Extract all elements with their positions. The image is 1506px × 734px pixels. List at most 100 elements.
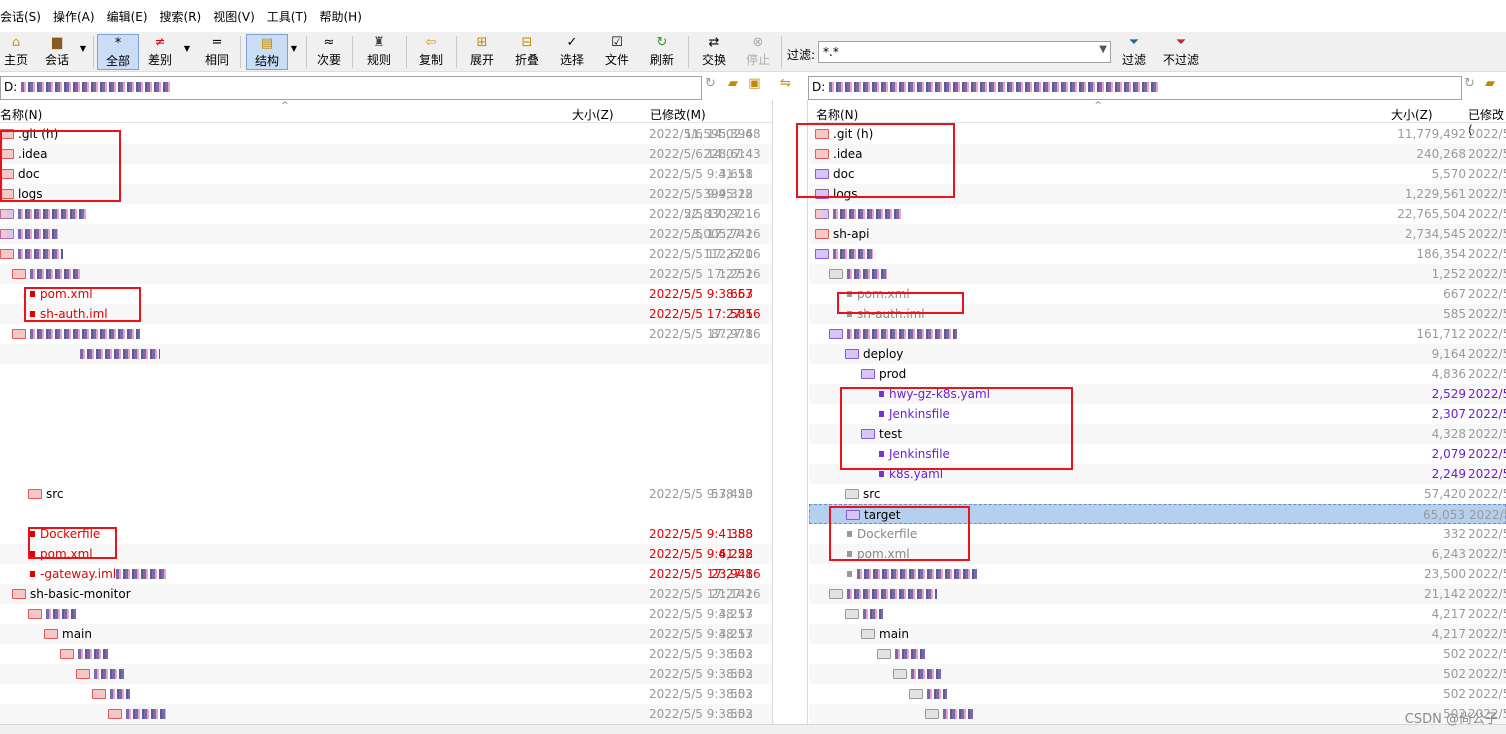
toolbar: ⌂ 主页 ▆ 会话 ▼ * 全部 ≠ 差别 ▼ = 相同 ▤ 结构 ▼ ≈ 次要 ♜ 规则 ⇦ 复… [0,32,1506,72]
file-name [893,664,941,684]
file-row[interactable]: 87,978 2022/5/5 17:27:16 [0,324,772,344]
file-row[interactable]: 22,830,921 2022/5/5 17:27:16 [0,204,772,224]
file-row[interactable]: 3,005,742 2022/5/5 17:27:16 [0,224,772,244]
folder-open-icon[interactable]: ▰ [1485,76,1495,91]
menu-view[interactable]: 视图(V) [207,8,261,25]
file-name-text: sh-api [833,227,870,241]
all-button[interactable]: * 全部 [97,34,139,70]
filter-button[interactable]: ⏷ 过滤 [1118,34,1150,70]
session-dropdown[interactable]: ▼ [76,34,90,70]
file-row[interactable]: 502 2022/5 [809,684,1506,704]
file-row[interactable]: 502 2022/5/5 9:38:53 [0,704,772,724]
file-row[interactable]: 502 2022/5 [809,704,1506,724]
file-row[interactable]: 186,354 2022/5 [809,244,1506,264]
redacted-name [80,349,160,359]
swap-button[interactable]: ⇄ 交换 [696,34,732,70]
copy-button[interactable]: ⇦ 复制 [414,34,448,70]
menu-actions[interactable]: 操作(A) [47,8,101,25]
nofilter-button[interactable]: ⏷ 不过滤 [1160,34,1202,70]
history-icon[interactable]: ↻ [1464,76,1475,91]
file-name [76,664,124,684]
name-column-header[interactable]: 名称(N) [0,106,42,123]
file-size: 9,164 [1431,347,1466,361]
menu-session[interactable]: 会话(S) [0,8,47,25]
menu-tools[interactable]: 工具(T) [261,8,314,25]
not-equal-icon: ≠ [154,35,166,50]
file-row[interactable]: -gateway.iml 23,948 2022/5/5 17:27:16 [0,564,772,584]
folder-icon [815,229,829,239]
file-row[interactable]: 23,500 2022/5 [809,564,1506,584]
file-size: 65,053 [1423,508,1465,522]
folder-icon [60,649,74,659]
file-row[interactable]: 502 2022/5 [809,644,1506,664]
file-name [28,604,76,624]
file-row[interactable]: prod 4,836 2022/5 [809,364,1506,384]
file-row[interactable]: sh-basic-monitor 21,142 2022/5/5 17:27:16 [0,584,772,604]
menu-edit[interactable]: 编辑(E) [101,8,154,25]
file-modified: 2022/5 [1468,647,1506,661]
file-row[interactable]: 4,217 2022/5 [809,604,1506,624]
file-row[interactable]: 4,217 2022/5/5 9:38:53 [0,604,772,624]
file-modified: 2022/5/5 9:45:28 [649,187,753,201]
file-row[interactable]: 502 2022/5 [809,664,1506,684]
file-size: 502 [1443,647,1466,661]
file-row[interactable]: 21,142 2022/5 [809,584,1506,604]
menu-search[interactable]: 搜索(R) [154,8,208,25]
swap-paths-button[interactable]: ⇋ [780,76,791,100]
folder-icon [12,329,26,339]
file-name [829,264,887,284]
menu-help[interactable]: 帮助(H) [314,8,368,25]
select-button[interactable]: ✓ 选择 [554,34,590,70]
file-row[interactable]: 161,712 2022/5 [809,324,1506,344]
filter-input[interactable]: *.* ▼ [818,41,1111,63]
refresh-button[interactable]: ↻ 刷新 [644,34,680,70]
history-icon[interactable]: ↻ [705,76,716,91]
file-name-text: prod [879,367,907,381]
file-row[interactable]: 502 2022/5/5 9:38:53 [0,664,772,684]
file-row[interactable]: main 4,217 2022/5 [809,624,1506,644]
right-path-input[interactable]: D: [808,76,1462,100]
file-row[interactable]: 1,252 2022/5 [809,264,1506,284]
file-row[interactable]: 112,620 2022/5/5 17:27:16 [0,244,772,264]
file-row[interactable]: src 57,420 2022/5 [809,484,1506,504]
arrow-left-icon: ⇦ [425,35,437,50]
file-row[interactable]: 502 2022/5/5 9:38:53 [0,684,772,704]
size-column-header[interactable]: 大小(Z) [1391,106,1433,123]
redacted-name [847,329,957,339]
file-modified: 2022/5 [1469,508,1506,522]
file-row[interactable]: 22,765,504 2022/5 [809,204,1506,224]
file-size: 240,268 [1416,147,1466,161]
file-row[interactable]: src 57,420 2022/5/5 9:38:53 [0,484,772,504]
name-column-header[interactable]: 名称(N) [816,106,858,123]
folder-open-icon[interactable]: ▰ [728,76,738,91]
folder-up-icon[interactable]: ▣ [748,76,760,91]
files-button[interactable]: ☑ 文件 [599,34,635,70]
file-size: 2,079 [1431,447,1466,461]
expand-button[interactable]: ⊞ 展开 [464,34,500,70]
file-modified: 2022/5 [1468,327,1506,341]
diff-button[interactable]: ≠ 差别 [142,34,178,70]
collapse-button[interactable]: ⊟ 折叠 [509,34,545,70]
chevron-down-icon[interactable]: ▼ [1099,44,1107,55]
left-path-input[interactable]: D: [0,76,702,100]
size-column-header[interactable]: 大小(Z) [572,106,614,123]
rules-button[interactable]: ♜ 规则 [362,34,396,70]
file-row[interactable]: deploy 9,164 2022/5 [809,344,1506,364]
stop-button[interactable]: ⊗ 停止 [741,34,775,70]
same-button[interactable]: = 相同 [200,34,234,70]
file-row[interactable]: main 4,217 2022/5/5 9:38:53 [0,624,772,644]
file-row[interactable]: 1,252 2022/5/5 17:27:16 [0,264,772,284]
modified-column-header[interactable]: 已修改(M) [650,106,706,123]
file-row[interactable]: 502 2022/5/5 9:38:53 [0,644,772,664]
file-row[interactable] [0,344,772,364]
redacted-name [847,589,937,599]
diff-dropdown[interactable]: ▼ [181,34,193,70]
file-name-text: src [863,487,881,501]
home-button[interactable]: ⌂ 主页 [2,34,30,70]
file-row[interactable]: sh-api 2,734,545 2022/5 [809,224,1506,244]
minor-button[interactable]: ≈ 次要 [312,34,346,70]
session-button[interactable]: ▆ 会话 [40,34,74,70]
structure-dropdown[interactable]: ▼ [288,34,300,70]
structure-button[interactable]: ▤ 结构 [246,34,288,70]
filter-label: 过滤: [787,48,816,62]
